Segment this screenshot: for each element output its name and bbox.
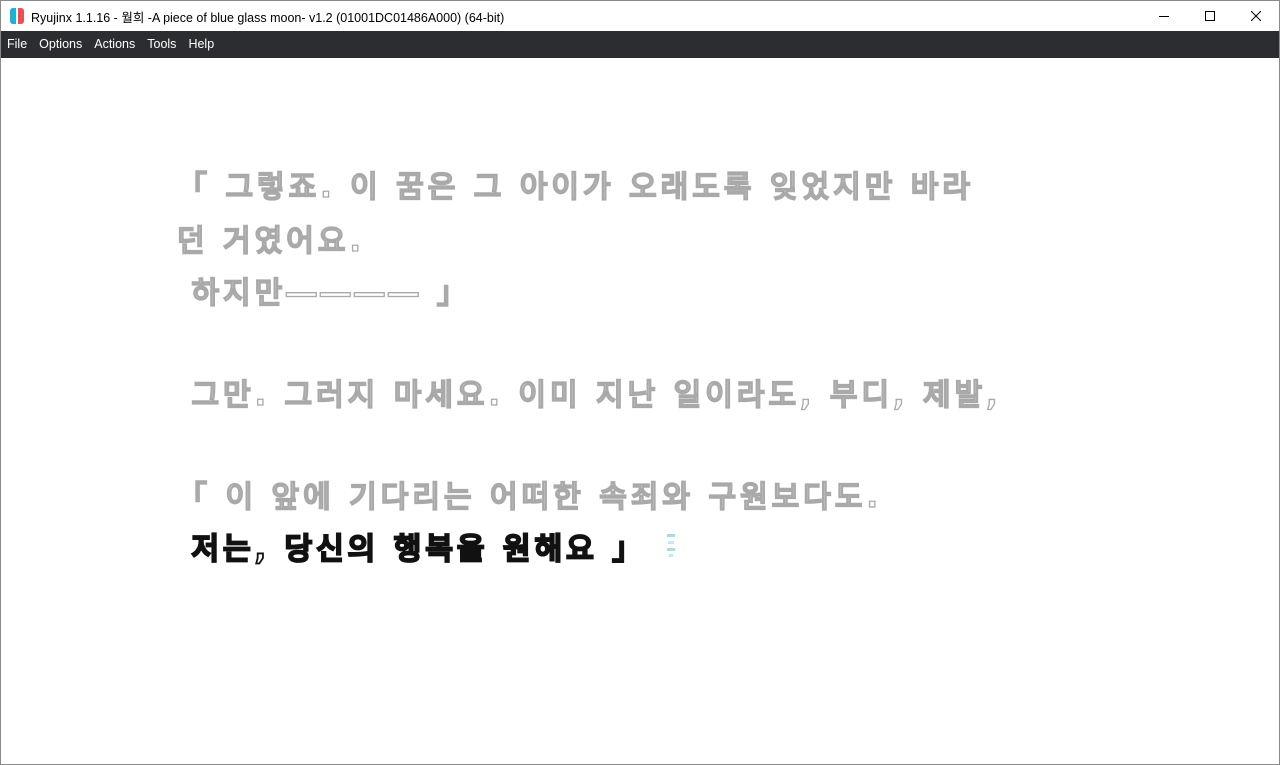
menu-bar: File Options Actions Tools Help (1, 31, 1279, 58)
maximize-button[interactable] (1187, 1, 1233, 31)
maximize-icon (1205, 11, 1215, 21)
advance-cursor-icon (667, 534, 675, 557)
title-bar[interactable]: Ryujinx 1.1.16 - 월희 -A piece of blue gla… (1, 1, 1279, 31)
dialogue-line-3: 하지만―――― 」 (177, 275, 471, 311)
menu-options[interactable]: Options (33, 31, 88, 58)
dialogue-line-1: 「 그렇죠. 이 꿈은 그 아이가 오래도록 잊었지만 바라 (176, 169, 974, 205)
dialogue-line-current: 저는, 당신의 행복을 원해요 」 (177, 531, 647, 568)
window-controls (1141, 1, 1279, 31)
menu-actions[interactable]: Actions (88, 31, 141, 58)
window-title: Ryujinx 1.1.16 - 월희 -A piece of blue gla… (31, 10, 505, 25)
dialogue-line-4: 그만. 그러지 마세요. 이미 지난 일이라도, 부디, 제발, (177, 377, 1002, 413)
ryujinx-logo-icon (10, 8, 24, 24)
menu-tools[interactable]: Tools (141, 31, 182, 58)
close-icon (1251, 11, 1261, 21)
dialogue-line-5: 「 이 앞에 기다리는 어떠한 속죄와 구원보다도. (176, 479, 882, 515)
emulator-window: Ryujinx 1.1.16 - 월희 -A piece of blue gla… (0, 0, 1280, 765)
dialogue-line-2: 던 거였어요. (176, 223, 365, 259)
minimize-button[interactable] (1141, 1, 1187, 31)
game-viewport[interactable]: 「 그렇죠. 이 꿈은 그 아이가 오래도록 잊었지만 바라 던 거였어요. 하… (1, 58, 1279, 764)
menu-file[interactable]: File (1, 31, 33, 58)
minimize-icon (1159, 16, 1169, 17)
menu-help[interactable]: Help (182, 31, 220, 58)
close-button[interactable] (1233, 1, 1279, 31)
